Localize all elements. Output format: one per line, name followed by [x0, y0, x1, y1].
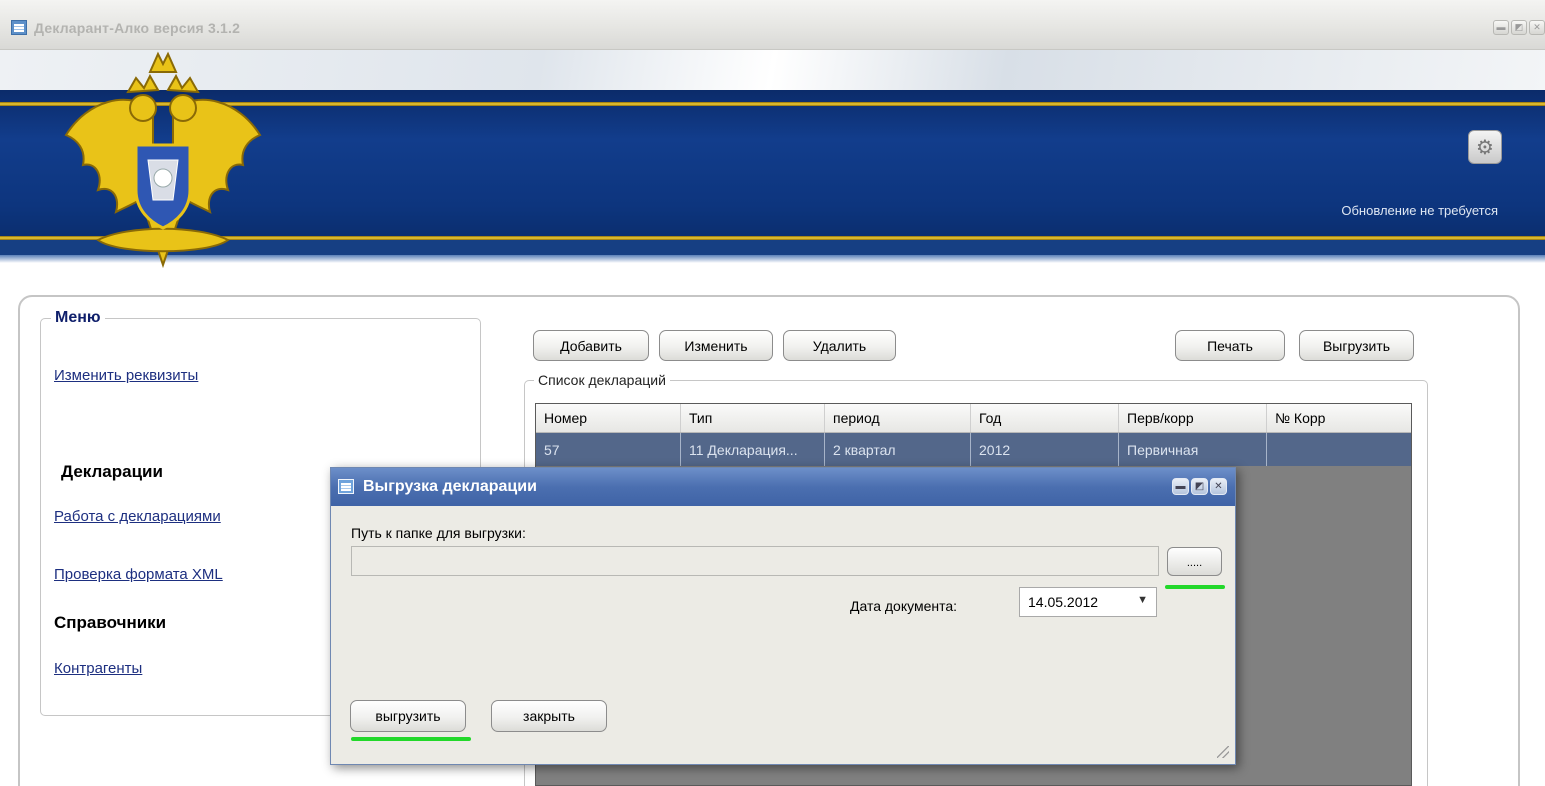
cell-correction-number	[1266, 433, 1411, 466]
menu-section-declarations: Декларации	[61, 462, 163, 481]
menu-link-edit-requisites[interactable]: Изменить реквизиты	[54, 367, 198, 384]
window-controls: ▬ ◩ ✕	[1493, 20, 1545, 35]
menu-link-work-with-declarations[interactable]: Работа с декларациями	[54, 508, 221, 525]
edit-button[interactable]: Изменить	[659, 330, 773, 361]
column-header-primary-correction[interactable]: Перв/корр	[1118, 404, 1266, 432]
chevron-down-icon[interactable]: ▼	[1137, 594, 1148, 606]
column-header-type[interactable]: Тип	[680, 404, 824, 432]
export-path-input[interactable]	[351, 546, 1159, 576]
export-highlight-mark	[351, 737, 471, 741]
column-header-year[interactable]: Год	[970, 404, 1118, 432]
table-header: Номер Тип период Год Перв/корр № Корр	[536, 404, 1411, 433]
export-button[interactable]: Выгрузить	[1299, 330, 1414, 361]
dialog-window-controls: ▬ ◩ ✕	[1172, 478, 1227, 495]
document-date-value: 14.05.2012	[1028, 594, 1099, 610]
column-header-period[interactable]: период	[824, 404, 970, 432]
dialog-maximize-icon[interactable]: ◩	[1191, 478, 1208, 495]
settings-button[interactable]: ⚙	[1468, 130, 1502, 164]
dialog-export-button[interactable]: выгрузить	[350, 700, 466, 732]
update-status-text: Обновление не требуется	[1341, 203, 1498, 218]
app-icon	[11, 20, 27, 35]
export-declaration-dialog: Выгрузка декларации ▬ ◩ ✕ Путь к папке д…	[330, 467, 1236, 765]
window-titlebar: Декларант-Алко версия 3.1.2 ▬ ◩ ✕	[0, 0, 1545, 50]
document-date-picker[interactable]: 14.05.2012 ▼	[1019, 587, 1157, 617]
column-header-correction-number[interactable]: № Корр	[1266, 404, 1411, 432]
menu-section-references: Справочники	[54, 613, 167, 632]
menu-link-counterparties[interactable]: Контрагенты	[54, 660, 142, 677]
browse-highlight-mark	[1165, 585, 1225, 589]
table-row[interactable]: 57 11 Декларация... 2 квартал 2012 Перви…	[536, 433, 1411, 466]
cell-type: 11 Декларация...	[680, 433, 824, 466]
dialog-titlebar[interactable]: Выгрузка декларации ▬ ◩ ✕	[331, 468, 1235, 506]
cell-period: 2 квартал	[824, 433, 970, 466]
document-date-label: Дата документа:	[850, 598, 958, 614]
export-path-label: Путь к папке для выгрузки:	[351, 525, 526, 541]
resize-grip-icon[interactable]	[1217, 746, 1229, 758]
window-title: Декларант-Алко версия 3.1.2	[34, 20, 241, 36]
menu-link-check-xml-format[interactable]: Проверка формата XML	[54, 566, 223, 583]
column-header-number[interactable]: Номер	[536, 404, 676, 432]
dialog-app-icon	[338, 479, 354, 494]
eagle-emblem-icon	[64, 51, 262, 269]
browse-folder-button[interactable]: .....	[1167, 547, 1222, 576]
add-button[interactable]: Добавить	[533, 330, 649, 361]
close-icon[interactable]: ✕	[1529, 20, 1545, 35]
declarations-title: Список деклараций	[534, 372, 670, 388]
maximize-icon[interactable]: ◩	[1511, 20, 1527, 35]
dialog-close-button[interactable]: закрыть	[491, 700, 607, 732]
cell-primary-correction: Первичная	[1118, 433, 1266, 466]
dialog-minimize-icon[interactable]: ▬	[1172, 478, 1189, 495]
minimize-icon[interactable]: ▬	[1493, 20, 1509, 35]
menu-title: Меню	[51, 309, 105, 327]
dialog-title: Выгрузка декларации	[363, 478, 537, 495]
delete-button[interactable]: Удалить	[783, 330, 896, 361]
cell-year: 2012	[970, 433, 1118, 466]
cell-number: 57	[544, 441, 560, 458]
gear-icon: ⚙	[1476, 136, 1494, 159]
print-button[interactable]: Печать	[1175, 330, 1285, 361]
dialog-close-icon[interactable]: ✕	[1210, 478, 1227, 495]
